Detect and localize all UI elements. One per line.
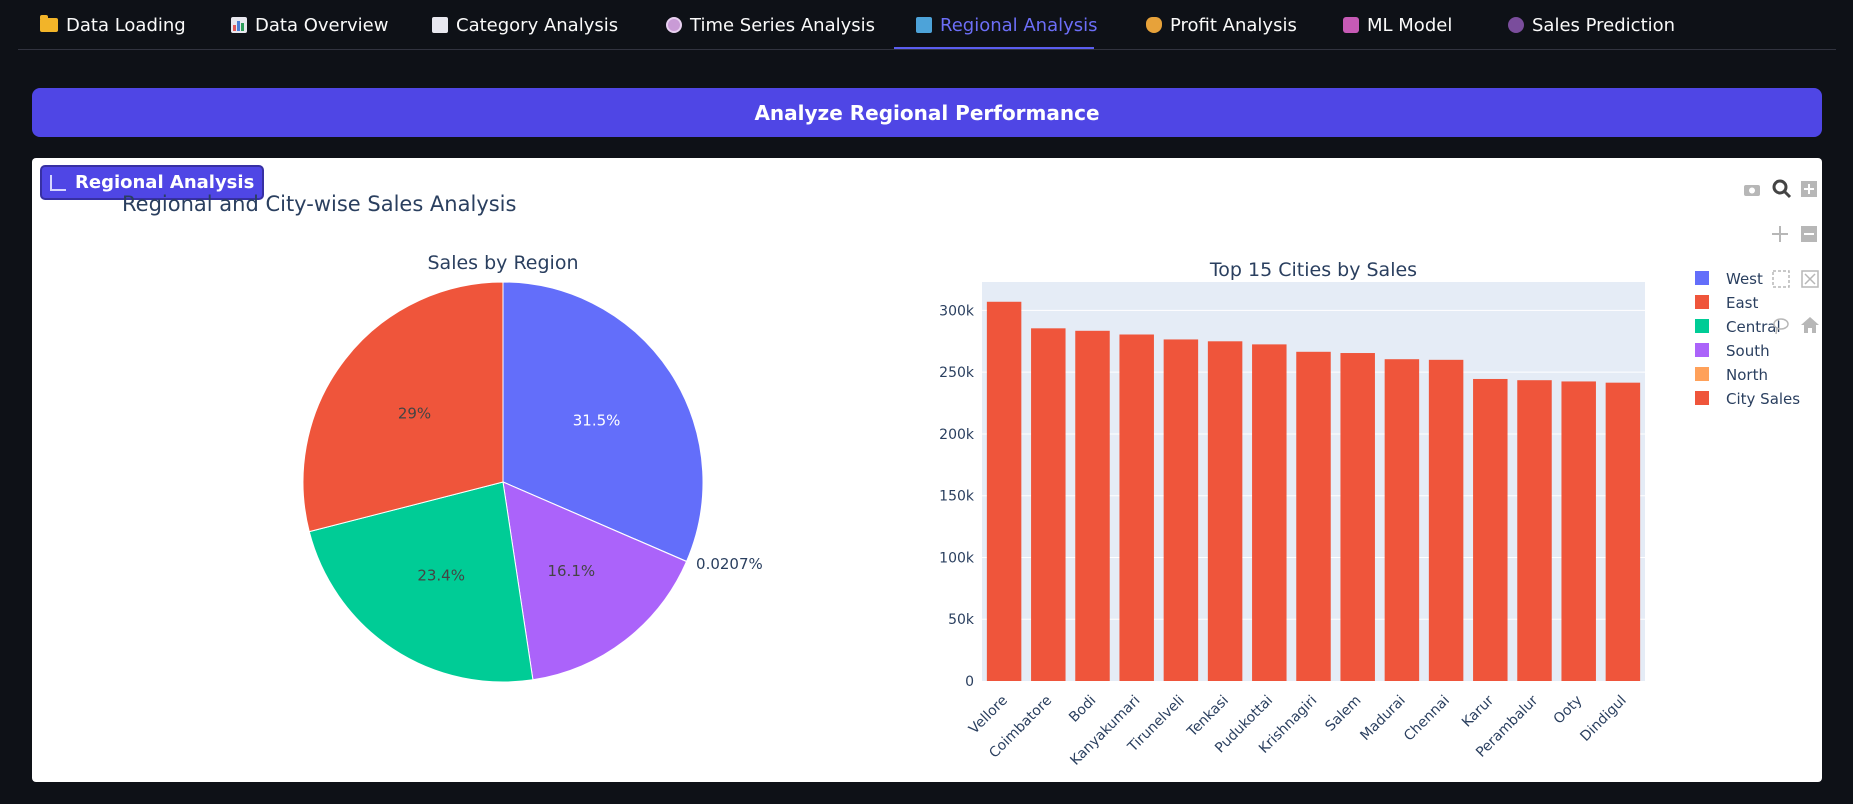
tab-label: ML Model [1367, 14, 1453, 36]
zoom-in-icon[interactable] [1801, 181, 1817, 197]
banner-title: Analyze Regional Performance [754, 100, 1100, 125]
tab-label: Data Overview [255, 14, 389, 36]
legend-label: West [1726, 270, 1763, 288]
tab-profit-analysis[interactable]: Profit Analysis [1146, 0, 1297, 50]
x-tick-label: Dindigul [1577, 693, 1629, 745]
legend-label: City Sales [1726, 390, 1800, 408]
bar-tirunelveli[interactable] [1163, 339, 1199, 681]
legend-label: South [1726, 342, 1770, 360]
bar-chart-title: Top 15 Cities by Sales [1209, 259, 1417, 281]
tab-time-series-analysis[interactable]: Time Series Analysis [666, 0, 875, 50]
bar-salem[interactable] [1340, 353, 1375, 681]
folder-icon [40, 15, 58, 32]
tab-label: Category Analysis [456, 14, 619, 36]
legend-swatch[interactable] [1695, 319, 1709, 333]
y-tick-label: 250k [939, 365, 975, 381]
y-tick-label: 0 [965, 674, 974, 690]
pie-label-south: 16.1% [547, 562, 595, 580]
y-tick-label: 50k [948, 612, 975, 628]
tab-label: Time Series Analysis [690, 14, 876, 36]
tab-category-analysis[interactable]: Category Analysis [432, 0, 618, 50]
tab-bar: Data Loading Data Overview Category Anal… [18, 0, 1836, 50]
bar-bodi[interactable] [1075, 330, 1110, 681]
box-select-icon[interactable] [1772, 270, 1790, 288]
autoscale-icon[interactable] [1801, 270, 1819, 288]
x-tick-label: Madurai [1357, 693, 1408, 744]
zoom-icon[interactable] [1772, 179, 1792, 199]
y-tick-label: 300k [939, 303, 975, 319]
bar-krishnagiri[interactable] [1296, 351, 1331, 681]
tab-data-overview[interactable]: Data Overview [231, 0, 388, 50]
chart-increasing-icon [432, 17, 448, 33]
legend-swatch[interactable] [1695, 271, 1709, 285]
pie-label-west: 31.5% [573, 411, 621, 429]
y-tick-label: 150k [939, 489, 975, 505]
legend-swatch[interactable] [1695, 343, 1709, 357]
bar-dindigul[interactable] [1605, 382, 1641, 681]
tab-label: Sales Prediction [1532, 14, 1676, 36]
bar-madurai[interactable] [1384, 359, 1420, 681]
bar-kanyakumari[interactable] [1119, 334, 1154, 682]
tab-label: Regional Analysis [940, 14, 1098, 36]
money-bag-icon [1146, 17, 1162, 33]
x-tick-label: Salem [1322, 693, 1364, 735]
tab-label: Profit Analysis [1170, 14, 1297, 36]
pie-label-east: 29% [398, 404, 431, 422]
tab-data-loading[interactable]: Data Loading [40, 0, 186, 50]
pan-icon[interactable] [1772, 226, 1788, 242]
x-tick-label: Vellore [966, 693, 1011, 738]
bar-chart-icon [231, 17, 247, 33]
y-tick-label: 200k [939, 427, 975, 443]
bar-pudukottai[interactable] [1252, 344, 1287, 681]
x-tick-label: Bodi [1066, 693, 1099, 726]
bar-coimbatore[interactable] [1031, 328, 1066, 681]
active-tab-underline [894, 47, 1094, 49]
legend-swatch[interactable] [1695, 367, 1709, 381]
chart-canvas: Regional and City-wise Sales Analysis Sal… [122, 179, 1819, 769]
legend-swatch[interactable] [1695, 391, 1709, 405]
legend-label: East [1726, 294, 1758, 312]
pie-label-north: 0.0207% [696, 555, 763, 573]
pie-label-central: 23.4% [417, 566, 465, 584]
pie-title: Sales by Region [428, 252, 579, 274]
legend-swatch[interactable] [1695, 295, 1709, 309]
tab-sales-prediction[interactable]: Sales Prediction [1508, 0, 1675, 50]
figure-title: Regional and City-wise Sales Analysis [122, 192, 516, 216]
tab-label: Data Loading [66, 14, 186, 36]
zoom-out-icon[interactable] [1801, 226, 1817, 242]
bar-ooty[interactable] [1561, 381, 1596, 681]
x-tick-label: Chennai [1401, 693, 1453, 745]
tab-ml-model[interactable]: ML Model [1343, 0, 1452, 50]
legend-label: Central [1726, 318, 1781, 336]
camera-icon[interactable] [1744, 185, 1760, 196]
x-tick-label: Ooty [1551, 693, 1586, 728]
world-map-icon [916, 17, 932, 33]
bar-tenkasi[interactable] [1207, 341, 1243, 681]
bar-vellore[interactable] [986, 301, 1022, 681]
bar-chennai[interactable] [1428, 359, 1464, 681]
section-banner: Analyze Regional Performance [32, 88, 1822, 137]
home-icon[interactable] [1801, 317, 1819, 333]
tab-regional-analysis[interactable]: Regional Analysis [916, 0, 1098, 50]
robot-icon [1343, 17, 1359, 33]
x-tick-label: Karur [1459, 692, 1497, 730]
legend-label: North [1726, 366, 1768, 384]
alarm-clock-icon [666, 17, 682, 33]
y-tick-label: 100k [939, 550, 975, 566]
chart-panel: Regional Analysis Regional and City-wise… [32, 158, 1822, 782]
crystal-ball-icon [1508, 17, 1524, 33]
bar-perambalur[interactable] [1517, 380, 1552, 681]
bar-karur[interactable] [1473, 378, 1508, 681]
